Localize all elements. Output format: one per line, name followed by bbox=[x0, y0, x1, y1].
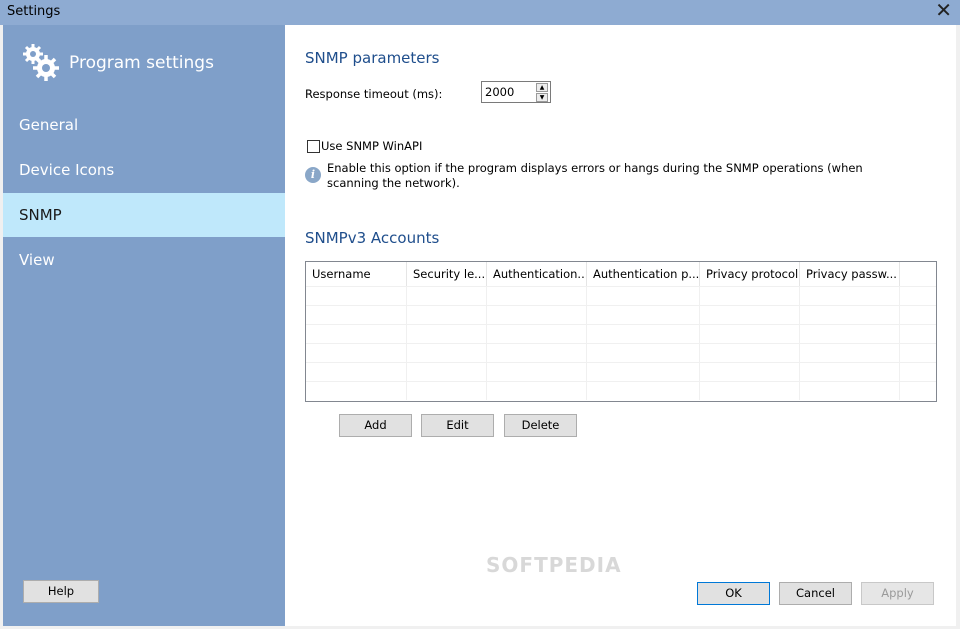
response-timeout-stepper[interactable]: 2000 ▲ ▼ bbox=[481, 81, 551, 103]
response-timeout-value[interactable]: 2000 bbox=[485, 85, 514, 99]
spin-down-icon[interactable]: ▼ bbox=[536, 93, 548, 102]
cancel-button[interactable]: Cancel bbox=[779, 582, 852, 605]
add-account-button[interactable]: Add bbox=[339, 414, 412, 437]
column-authentication-password[interactable]: Authentication p... bbox=[587, 262, 700, 286]
help-button[interactable]: Help bbox=[23, 580, 99, 603]
column-security-level[interactable]: Security le... bbox=[407, 262, 487, 286]
column-privacy-protocol[interactable]: Privacy protocol bbox=[700, 262, 800, 286]
title-bar: Settings ✕ bbox=[0, 0, 960, 25]
sidebar-item-general[interactable]: General bbox=[3, 103, 285, 147]
sidebar-item-view[interactable]: View bbox=[3, 238, 285, 282]
info-icon: i bbox=[305, 167, 321, 183]
winapi-info-text: Enable this option if the program displa… bbox=[327, 161, 863, 190]
column-authentication[interactable]: Authentication... bbox=[487, 262, 587, 286]
table-row bbox=[306, 305, 936, 324]
settings-panel: SNMP parameters Response timeout (ms): 2… bbox=[285, 25, 956, 626]
sidebar: Program settings General Device Icons SN… bbox=[3, 25, 285, 626]
table-row bbox=[306, 343, 936, 362]
table-row bbox=[306, 381, 936, 400]
table-header: Username Security le... Authentication..… bbox=[306, 262, 936, 286]
edit-account-button[interactable]: Edit bbox=[421, 414, 494, 437]
close-icon[interactable]: ✕ bbox=[935, 0, 952, 22]
table-row bbox=[306, 362, 936, 381]
sidebar-item-snmp[interactable]: SNMP bbox=[3, 193, 285, 237]
gears-icon bbox=[23, 44, 59, 81]
sidebar-item-device-icons[interactable]: Device Icons bbox=[3, 148, 285, 192]
snmpv3-accounts-heading: SNMPv3 Accounts bbox=[305, 229, 440, 247]
apply-button[interactable]: Apply bbox=[861, 582, 934, 605]
column-privacy-password[interactable]: Privacy passw... bbox=[800, 262, 900, 286]
use-snmp-winapi-label[interactable]: Use SNMP WinAPI bbox=[321, 139, 422, 153]
column-username[interactable]: Username bbox=[306, 262, 407, 286]
use-snmp-winapi-checkbox[interactable] bbox=[307, 140, 320, 153]
spin-up-icon[interactable]: ▲ bbox=[536, 83, 548, 92]
delete-account-button[interactable]: Delete bbox=[504, 414, 577, 437]
snmpv3-accounts-table[interactable]: Username Security le... Authentication..… bbox=[305, 261, 937, 402]
table-row bbox=[306, 324, 936, 343]
sidebar-header: Program settings bbox=[69, 53, 214, 73]
snmp-parameters-heading: SNMP parameters bbox=[305, 49, 440, 67]
window-title: Settings bbox=[7, 4, 61, 19]
table-row bbox=[306, 286, 936, 305]
ok-button[interactable]: OK bbox=[697, 582, 770, 605]
response-timeout-label: Response timeout (ms): bbox=[305, 87, 443, 101]
